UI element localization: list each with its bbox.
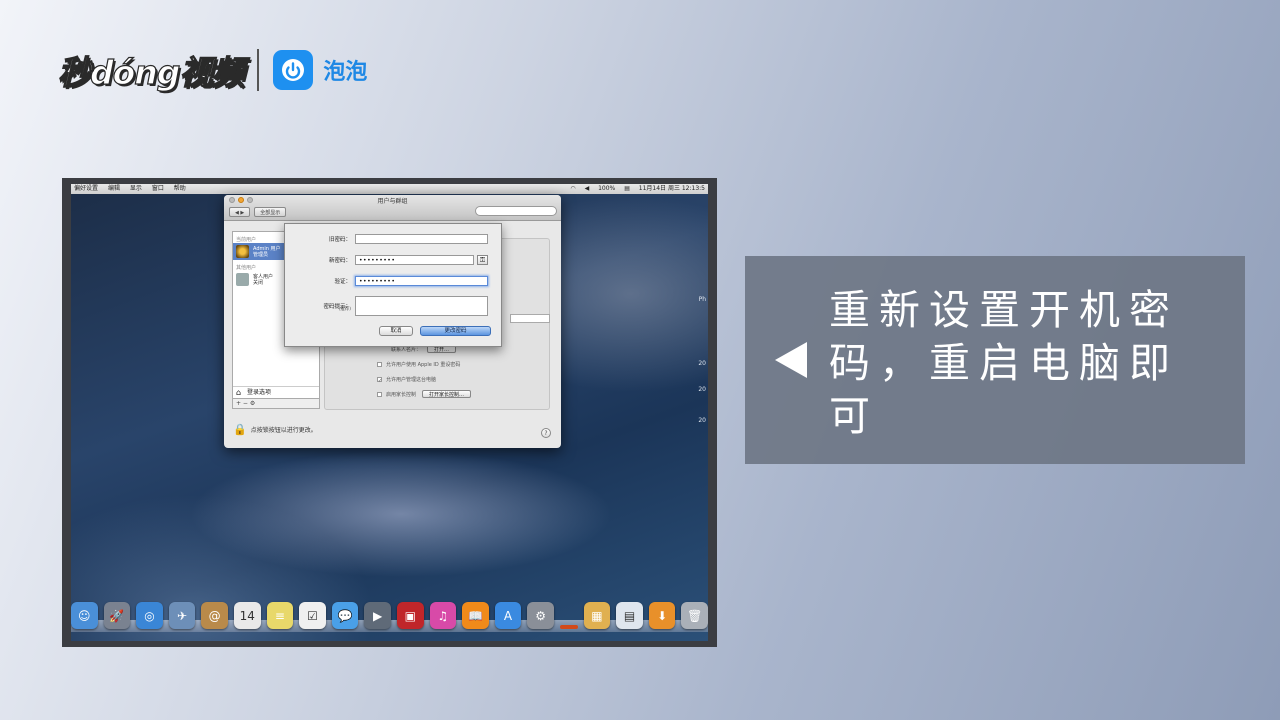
apple-id-checkbox[interactable] <box>377 362 382 367</box>
window-title: 用户与群组 <box>377 198 408 205</box>
new-password-label: 新密码： <box>328 258 351 264</box>
nav-buttons: ◀ ▶ 全部显示 <box>229 207 287 217</box>
old-password-label: 旧密码： <box>328 237 351 243</box>
change-password-button[interactable]: 更改密码 <box>420 326 491 336</box>
back-forward-button[interactable]: ◀ ▶ <box>229 207 251 217</box>
video-frame: 偏好设置 编辑 显示 窗口 帮助 ◠ ◀ 100% ▤ 11月14日 周三 12… <box>62 178 717 647</box>
menubar-clock[interactable]: 11月14日 周三 12:13:5 <box>639 185 705 192</box>
old-password-row: 旧密码： <box>285 234 488 244</box>
divider-icon[interactable] <box>559 625 578 629</box>
hint-recommended: (推荐) <box>338 307 351 312</box>
admin-label: 允许用户管理这台电脑 <box>386 377 437 383</box>
new-password-field[interactable]: ••••••••• <box>355 255 474 265</box>
parental-label: 启用家长控制 <box>386 391 417 398</box>
admin-checkbox[interactable]: ✓ <box>377 377 382 384</box>
mac-desktop: 偏好设置 编辑 显示 窗口 帮助 ◠ ◀ 100% ▤ 11月14日 周三 12… <box>71 184 708 641</box>
battery-percent[interactable]: 100% <box>598 185 615 192</box>
name-field-ghost <box>510 314 550 323</box>
admin-row: ✓ 允许用户管理这台电脑 <box>377 376 437 384</box>
list-tool-buttons[interactable]: + − ⚙ <box>233 398 319 408</box>
login-options-label: 登录选项 <box>247 389 272 396</box>
dock: ☺ 🚀 ◎ ✈ @14 ≡ ☑ 💬 ▶ ▣ ♫ 📖 A ⚙ ▦ ▤ ⬇ 🗑 <box>71 593 708 629</box>
home-icon: ⌂ <box>236 388 242 397</box>
miaodong-logo: 秒dóng视频 <box>57 52 245 92</box>
finder-icon[interactable]: ☺ <box>71 602 98 629</box>
left-triangle-icon <box>775 342 807 378</box>
help-button[interactable]: ? <box>541 428 551 438</box>
desktop-edge-text: 20 <box>698 360 706 367</box>
parental-row: 启用家长控制 打开家长控制… <box>377 390 472 398</box>
launchpad-icon[interactable]: 🚀 <box>103 602 131 629</box>
desktop-edge-text: 20 <box>698 417 706 424</box>
contacts-icon[interactable]: @ <box>201 602 228 629</box>
avatar <box>236 245 249 258</box>
guest-status: 关闭 <box>253 279 264 286</box>
facetime-icon[interactable]: ▶ <box>364 602 391 629</box>
wifi-icon[interactable]: ◠ <box>570 185 575 192</box>
verify-field[interactable]: ••••••••• <box>355 276 488 286</box>
trash-icon[interactable]: 🗑 <box>681 602 708 629</box>
photo-booth-icon[interactable]: ▣ <box>396 602 424 629</box>
menu-view[interactable]: 显示 <box>130 185 142 192</box>
guest-avatar-icon <box>236 273 249 286</box>
downloads-stack-icon[interactable]: ⬇ <box>648 602 676 629</box>
login-options-item[interactable]: ⌂ 登录选项 <box>233 386 319 398</box>
user-role: 管理员 <box>253 251 269 258</box>
lock-text: 点按锁按钮以进行更改。 <box>250 427 317 434</box>
apple-id-label: 允许用户使用 Apple ID 重设密码 <box>386 362 461 368</box>
menu-edit[interactable]: 编辑 <box>108 185 120 192</box>
old-password-field[interactable] <box>355 234 488 244</box>
menu-help[interactable]: 帮助 <box>174 185 186 192</box>
safari-icon[interactable]: ◎ <box>136 602 163 629</box>
menubar-right: ◠ ◀ 100% ▤ 11月14日 周三 12:13:5 <box>563 184 705 194</box>
caption-text: 重新设置开机密码，重启电脑即可 <box>829 286 1179 440</box>
notes-icon[interactable]: ≡ <box>266 602 294 629</box>
show-all-button[interactable]: 全部显示 <box>254 207 287 217</box>
verify-label: 验证： <box>334 279 351 285</box>
lock-icon[interactable]: 🔒 <box>233 423 247 436</box>
reminders-icon[interactable]: ☑ <box>299 602 326 629</box>
brand-divider <box>257 49 260 91</box>
applications-folder-icon[interactable]: ▦ <box>583 602 611 629</box>
apple-id-reset-row: 允许用户使用 Apple ID 重设密码 <box>377 361 460 368</box>
brand-bar: 秒dóng视频 泡泡 <box>57 44 368 96</box>
documents-stack-icon[interactable]: ▤ <box>616 602 643 629</box>
menubar-left: 偏好设置 编辑 显示 窗口 帮助 <box>74 184 194 194</box>
ibooks-icon[interactable]: 📖 <box>462 602 489 629</box>
desktop-edge-text: Ph <box>698 296 706 303</box>
messages-icon[interactable]: 💬 <box>331 602 359 629</box>
hint-field[interactable] <box>355 296 488 316</box>
search-input[interactable] <box>475 206 557 216</box>
app-store-icon[interactable]: A <box>494 602 522 629</box>
verify-row: 验证： ••••••••• <box>285 276 488 286</box>
flag-icon[interactable]: ▤ <box>624 185 630 192</box>
menu-window[interactable]: 窗口 <box>152 185 164 192</box>
power-bubble-icon <box>273 50 314 90</box>
mac-menubar: 偏好设置 编辑 显示 窗口 帮助 ◠ ◀ 100% ▤ 11月14日 周三 12… <box>71 184 708 194</box>
volume-icon[interactable]: ◀ <box>585 185 590 192</box>
itunes-icon[interactable]: ♫ <box>429 602 457 629</box>
change-password-sheet: 旧密码： 新密码： ••••••••• ⚿ 验证： ••••••••• 密码提示… <box>284 223 502 347</box>
open-parental-button[interactable]: 打开家长控制… <box>422 390 472 398</box>
caption-box: 重新设置开机密码，重启电脑即可 <box>745 256 1245 464</box>
password-assistant-key-icon[interactable]: ⚿ <box>477 255 488 265</box>
window-titlebar: 用户与群组 ◀ ▶ 全部显示 <box>224 195 561 221</box>
new-password-row: 新密码： ••••••••• ⚿ <box>285 255 488 265</box>
paopao-label: 泡泡 <box>323 60 368 85</box>
cancel-button[interactable]: 取消 <box>379 326 413 336</box>
system-preferences-icon[interactable]: ⚙ <box>527 602 554 629</box>
mail-icon[interactable]: ✈ <box>168 602 196 629</box>
desktop-edge-text: 20 <box>698 386 706 393</box>
lock-row: 🔒 点按锁按钮以进行更改。 <box>233 423 317 436</box>
calendar-icon[interactable]: 14 <box>233 602 261 629</box>
parental-checkbox[interactable] <box>377 391 382 397</box>
menu-system-preferences[interactable]: 偏好设置 <box>74 185 98 192</box>
